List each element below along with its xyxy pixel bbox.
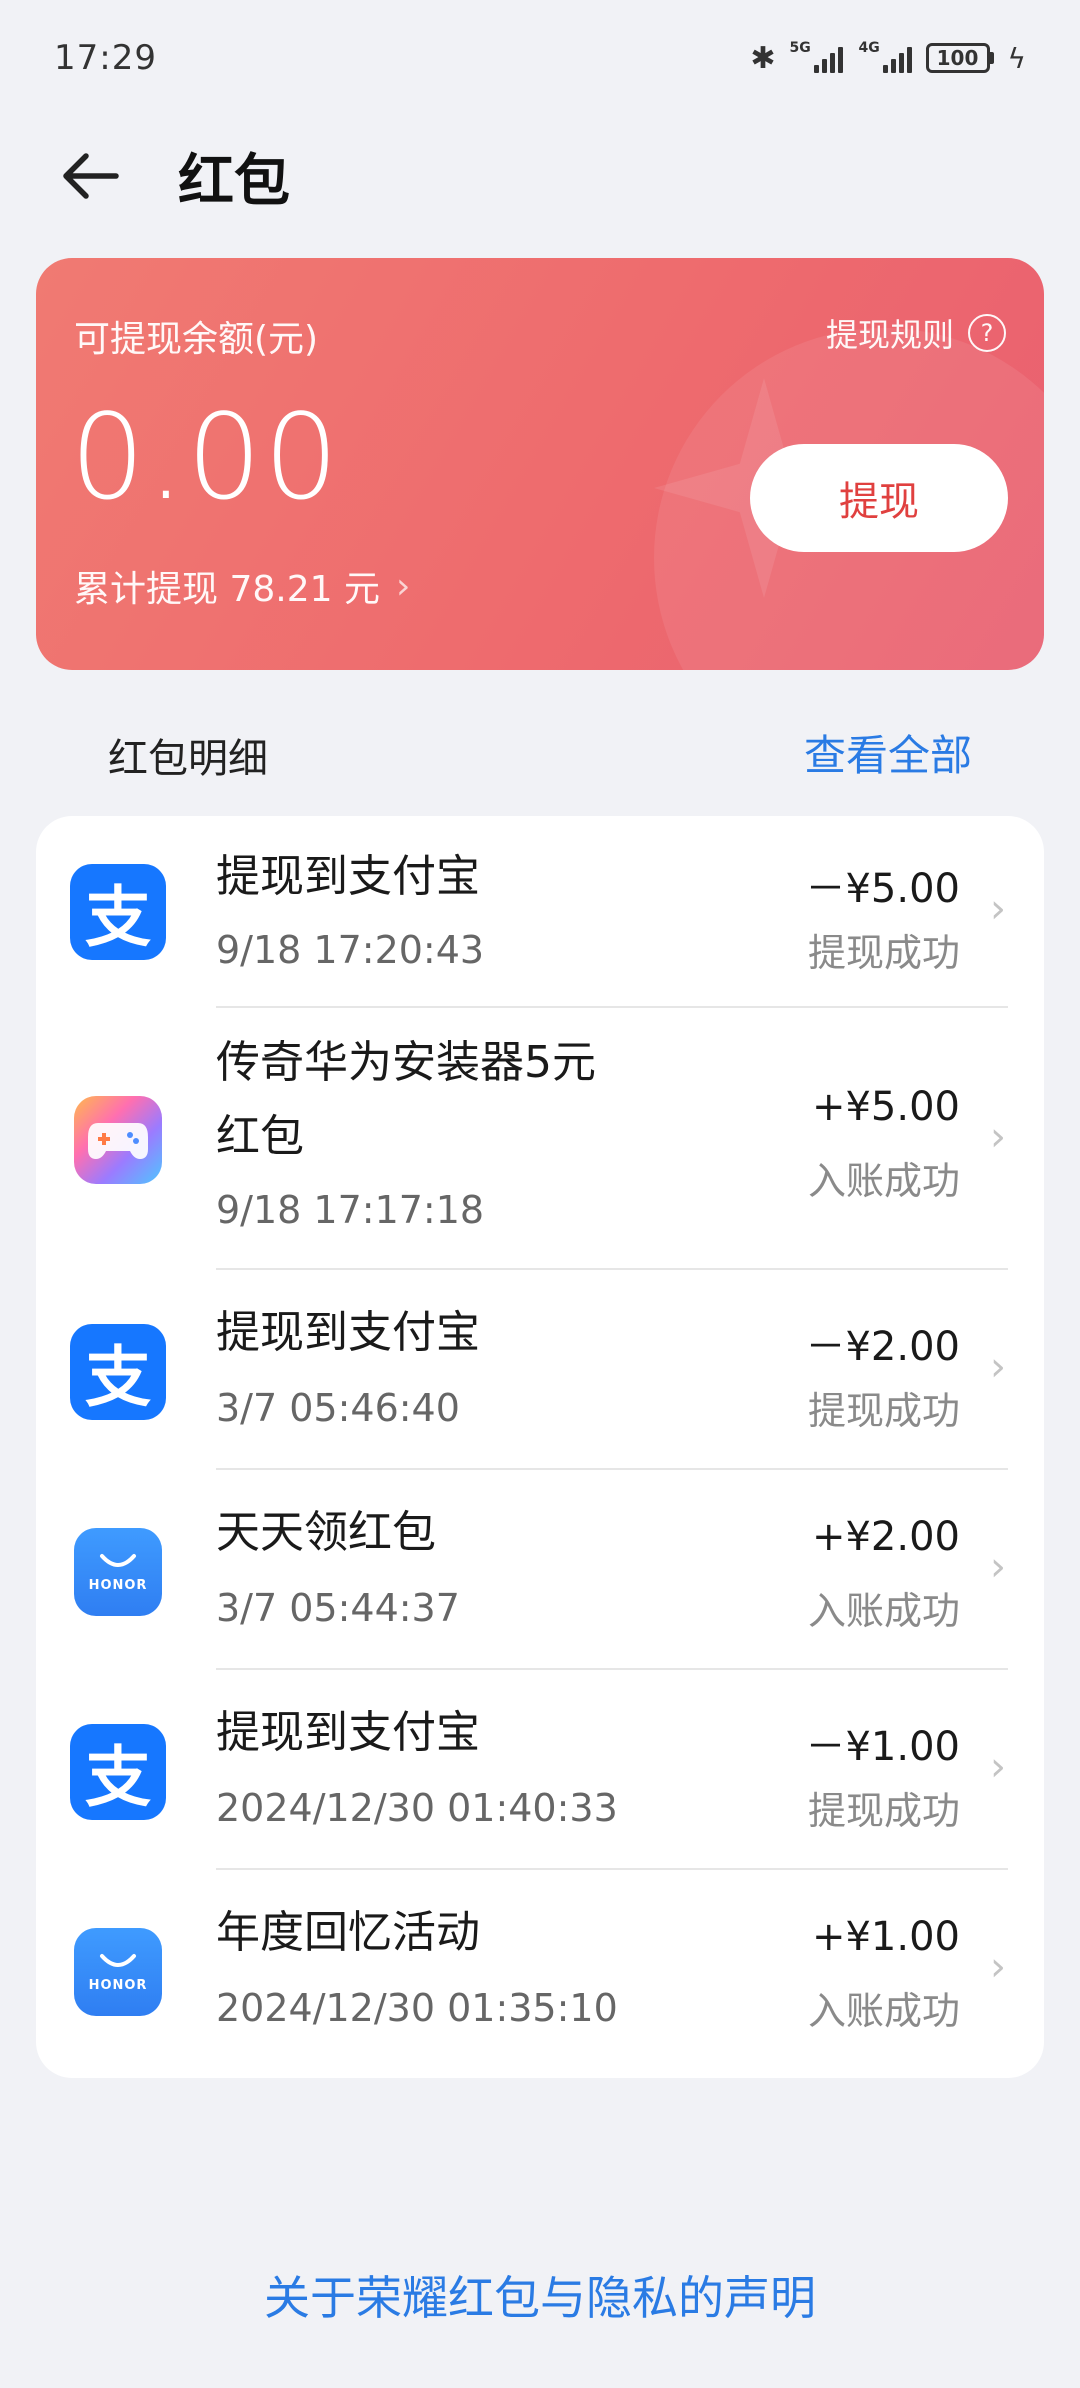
details-title: 红包明细 [108,736,268,782]
total-withdrawn-link[interactable]: 累计提现 78.21 元 › [74,560,410,612]
item-status: 提现成功 [807,931,960,975]
red-packet-page: 17:29 ✱ 5G 4G 100 ϟ 红包 可提现余额(元) 提现规则 ? 0… [0,0,1080,2388]
item-amount: －¥5.00 [805,866,960,912]
network-label-5g: 5G [789,40,811,56]
item-amount: +¥1.00 [811,1914,960,1960]
item-time: 3/7 05:44:37 [216,1586,460,1630]
bluetooth-icon: ✱ [750,40,776,76]
withdraw-rules-link[interactable]: 提现规则 ? [826,310,1006,356]
item-title: 年度回忆活动 [216,1907,480,1958]
gamepad-icon [88,1123,148,1159]
smile-bag-icon [100,1553,136,1567]
total-withdrawn-text: 累计提现 78.21 元 [74,569,380,610]
list-item[interactable]: 传奇华为安装器5元 红包 9/18 17:17:18 +¥5.00 入账成功 › [36,1008,1044,1270]
withdraw-rules-label: 提现规则 [825,316,954,354]
item-title: 提现到支付宝 [216,1707,480,1758]
item-time: 2024/12/30 01:35:10 [216,1986,618,2030]
chevron-right-icon: › [990,1744,1006,1790]
item-time: 9/18 17:17:18 [216,1188,485,1232]
item-amount: －¥1.00 [805,1724,960,1770]
item-amount: －¥2.00 [805,1324,960,1370]
list-item[interactable]: 支 提现到支付宝 3/7 05:46:40 －¥2.00 提现成功 › [36,1270,1044,1470]
status-bar: 17:29 ✱ 5G 4G 100 ϟ [0,0,1080,116]
signal-5g-icon: 5G [790,41,843,73]
item-status: 入账成功 [807,1589,960,1633]
view-all-link[interactable]: 查看全部 [804,722,972,783]
alipay-icon: 支 [70,864,166,960]
item-amount: +¥2.00 [811,1514,960,1560]
details-header: 红包明细 查看全部 [0,710,1080,790]
honor-text: HONOR [88,1977,148,1993]
item-time: 2024/12/30 01:40:33 [216,1786,618,1830]
battery-level: 100 [925,43,990,73]
list-item[interactable]: HONOR 天天领红包 3/7 05:44:37 +¥2.00 入账成功 › [36,1470,1044,1670]
item-status: 提现成功 [807,1389,960,1433]
network-label-4g: 4G [858,40,880,56]
honor-text: HONOR [88,1577,148,1593]
honor-app-icon: HONOR [70,1924,166,2020]
item-title-line2: 红包 [216,1111,304,1162]
item-time: 9/18 17:20:43 [216,928,485,972]
balance-label: 可提现余额(元) [74,319,319,360]
details-list: 支 提现到支付宝 9/18 17:20:43 －¥5.00 提现成功 › 传奇华… [36,816,1044,2078]
chevron-right-icon: › [990,1544,1006,1590]
chevron-right-icon: › [990,886,1006,932]
balance-amount: 0.00 [70,388,341,526]
page-title: 红包 [178,148,290,214]
item-amount: +¥5.00 [811,1084,960,1130]
status-time: 17:29 [54,38,157,78]
item-status: 入账成功 [807,1159,960,1203]
help-icon: ? [968,314,1006,352]
back-button[interactable] [40,116,140,236]
chevron-right-icon: › [990,1944,1006,1990]
chevron-right-icon: › [990,1344,1006,1390]
item-time: 3/7 05:46:40 [216,1386,460,1430]
list-item[interactable]: HONOR 年度回忆活动 2024/12/30 01:35:10 +¥1.00 … [36,1870,1044,2070]
item-title: 传奇华为安装器5元 [216,1037,596,1088]
alipay-icon: 支 [70,1324,166,1420]
withdraw-button[interactable]: 提现 [750,444,1008,552]
alipay-icon: 支 [70,1724,166,1820]
app-header: 红包 [0,116,1080,236]
balance-card: 可提现余额(元) 提现规则 ? 0.00 累计提现 78.21 元 › 提现 [36,258,1044,670]
chevron-right-icon: › [395,565,411,607]
game-icon [70,1092,166,1188]
battery-icon: 100 [925,43,994,73]
back-arrow-icon [63,153,119,199]
status-icons: ✱ 5G 4G 100 ϟ [750,41,1026,76]
list-item[interactable]: 支 提现到支付宝 9/18 17:20:43 －¥5.00 提现成功 › [36,816,1044,1008]
item-status: 入账成功 [807,1989,960,2033]
item-status: 提现成功 [807,1789,960,1833]
chevron-right-icon: › [990,1114,1006,1160]
signal-4g-icon: 4G [859,41,912,73]
smile-bag-icon [100,1953,136,1967]
item-title: 天天领红包 [216,1507,436,1558]
charging-icon: ϟ [1007,41,1026,75]
honor-app-icon: HONOR [70,1524,166,1620]
list-item[interactable]: 支 提现到支付宝 2024/12/30 01:40:33 －¥1.00 提现成功… [36,1670,1044,1870]
item-title: 提现到支付宝 [216,1307,480,1358]
privacy-statement-link[interactable]: 关于荣耀红包与隐私的声明 [0,2262,1080,2328]
item-title: 提现到支付宝 [216,851,480,902]
